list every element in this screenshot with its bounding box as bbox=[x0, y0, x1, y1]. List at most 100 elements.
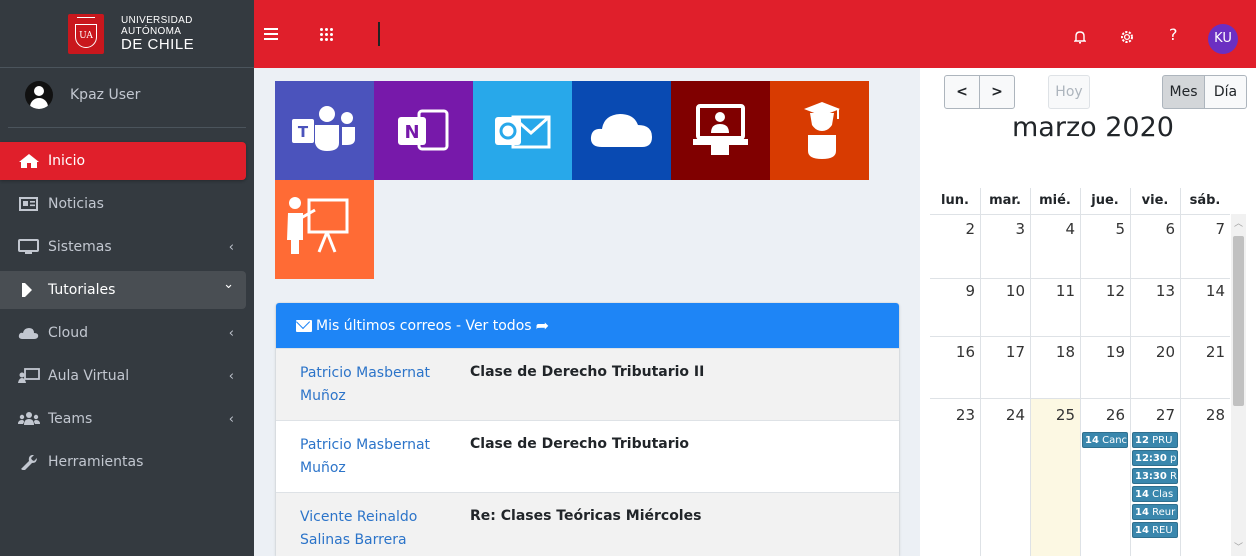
svg-text:T: T bbox=[298, 123, 309, 141]
day-number[interactable]: 6 bbox=[1135, 220, 1175, 238]
sidebar-item-inicio[interactable]: Inicio bbox=[0, 142, 246, 180]
weekday-header: sáb. bbox=[1189, 193, 1221, 208]
teams-icon: T bbox=[292, 106, 355, 151]
calendar-event[interactable]: 14 Canc bbox=[1082, 432, 1128, 448]
menu-toggle-icon[interactable] bbox=[264, 28, 278, 40]
chevron-left-icon: ‹ bbox=[228, 369, 234, 384]
newspaper-icon bbox=[19, 197, 38, 211]
brand-name: UNIVERSIDAD AUTÓNOMA DE CHILE bbox=[121, 15, 194, 52]
day-number[interactable]: 23 bbox=[935, 406, 975, 424]
day-number[interactable]: 9 bbox=[935, 282, 975, 300]
graduate-tile[interactable] bbox=[770, 81, 869, 180]
day-number[interactable]: 20 bbox=[1135, 343, 1175, 361]
scroll-down-icon[interactable]: ﹀ bbox=[1234, 540, 1243, 553]
virtual-class-tile[interactable] bbox=[671, 81, 770, 180]
calendar-event[interactable]: 14 REU bbox=[1132, 522, 1178, 538]
apps-grid-icon[interactable] bbox=[320, 28, 334, 42]
email-subject[interactable]: Clase de Derecho Tributario bbox=[470, 436, 689, 452]
email-row[interactable]: Patricio Masbernat Muñoz Clase de Derech… bbox=[276, 420, 899, 492]
calendar-title: marzo 2020 bbox=[1012, 112, 1174, 143]
scroll-up-icon[interactable]: ︿ bbox=[1234, 216, 1243, 229]
outlook-tile[interactable] bbox=[473, 81, 572, 180]
calendar-scrollbar[interactable]: ︿ ﹀ bbox=[1231, 214, 1246, 556]
email-subject[interactable]: Clase de Derecho Tributario II bbox=[470, 364, 704, 380]
user-name: Kpaz User bbox=[70, 87, 141, 103]
day-number[interactable]: 5 bbox=[1085, 220, 1125, 238]
day-number[interactable]: 7 bbox=[1185, 220, 1225, 238]
graduate-icon bbox=[804, 102, 840, 159]
day-number[interactable]: 4 bbox=[1035, 220, 1075, 238]
calendar-event[interactable]: 13:30 R bbox=[1132, 468, 1178, 484]
sidebar-item-label: Cloud bbox=[48, 325, 88, 341]
calendar-event[interactable]: 14 Clas bbox=[1132, 486, 1178, 502]
calendar-month-view-button[interactable]: Mes bbox=[1162, 75, 1205, 109]
onedrive-tile[interactable] bbox=[572, 81, 671, 180]
day-number[interactable]: 18 bbox=[1035, 343, 1075, 361]
email-row[interactable]: Patricio Masbernat Muñoz Clase de Derech… bbox=[276, 348, 899, 420]
day-number[interactable]: 21 bbox=[1185, 343, 1225, 361]
day-number[interactable]: 11 bbox=[1035, 282, 1075, 300]
chevron-down-icon: ⌄ bbox=[223, 277, 234, 292]
email-row[interactable]: Vicente Reinaldo Salinas Barrera Re: Cla… bbox=[276, 492, 899, 556]
gear-icon[interactable] bbox=[1119, 29, 1135, 45]
day-number[interactable]: 24 bbox=[985, 406, 1025, 424]
sidebar-item-label: Herramientas bbox=[48, 454, 144, 470]
email-sender[interactable]: Patricio Masbernat Muñoz bbox=[300, 362, 440, 408]
calendar-event[interactable]: 12:30 p bbox=[1132, 450, 1178, 466]
sidebar: UA UNIVERSIDAD AUTÓNOMA DE CHILE Kpaz Us… bbox=[0, 0, 254, 556]
wrench-icon bbox=[21, 455, 37, 470]
user-initials-avatar[interactable]: KU bbox=[1208, 24, 1238, 54]
calendar-event[interactable]: 14 Reur bbox=[1132, 504, 1178, 520]
sidebar-item-noticias[interactable]: Noticias bbox=[0, 185, 246, 223]
scrollbar-thumb[interactable] bbox=[1233, 236, 1244, 406]
weekday-header: vie. bbox=[1141, 193, 1169, 208]
day-number[interactable]: 2 bbox=[935, 220, 975, 238]
sidebar-item-cloud[interactable]: Cloud ‹ bbox=[0, 314, 246, 352]
day-number[interactable]: 25 bbox=[1035, 406, 1075, 424]
weekday-header: lun. bbox=[941, 193, 969, 208]
topbar-divider bbox=[378, 22, 380, 46]
help-icon[interactable]: ? bbox=[1169, 25, 1178, 44]
chevron-left-icon: ‹ bbox=[228, 326, 234, 341]
day-number[interactable]: 3 bbox=[985, 220, 1025, 238]
cloud-icon bbox=[18, 328, 39, 339]
day-number[interactable]: 27 bbox=[1135, 406, 1175, 424]
sidebar-item-herramientas[interactable]: Herramientas bbox=[0, 443, 246, 481]
sidebar-item-teams[interactable]: Teams ‹ bbox=[0, 400, 246, 438]
brand[interactable]: UA UNIVERSIDAD AUTÓNOMA DE CHILE bbox=[0, 0, 254, 68]
recent-emails-header[interactable]: Mis últimos correos - Ver todos ➦ bbox=[276, 303, 899, 348]
calendar-next-button[interactable]: > bbox=[979, 75, 1015, 109]
bell-icon[interactable] bbox=[1074, 30, 1086, 44]
day-number[interactable]: 12 bbox=[1085, 282, 1125, 300]
day-number[interactable]: 13 bbox=[1135, 282, 1175, 300]
teams-tile[interactable]: T bbox=[275, 81, 374, 180]
sidebar-item-label: Teams bbox=[48, 411, 93, 427]
day-number[interactable]: 14 bbox=[1185, 282, 1225, 300]
email-subject[interactable]: Re: Clases Teóricas Miércoles bbox=[470, 508, 701, 524]
onedrive-cloud-icon bbox=[590, 114, 652, 147]
day-number[interactable]: 19 bbox=[1085, 343, 1125, 361]
presentation-tile[interactable] bbox=[275, 180, 374, 279]
email-sender[interactable]: Patricio Masbernat Muñoz bbox=[300, 434, 440, 480]
sidebar-item-sistemas[interactable]: Sistemas ‹ bbox=[0, 228, 246, 266]
brand-line-1: UNIVERSIDAD bbox=[121, 15, 193, 26]
calendar-event[interactable]: 12 PRU bbox=[1132, 432, 1178, 448]
day-number[interactable]: 16 bbox=[935, 343, 975, 361]
chevron-left-icon: ‹ bbox=[228, 240, 234, 255]
calendar-day-view-button[interactable]: Día bbox=[1204, 75, 1247, 109]
email-sender[interactable]: Vicente Reinaldo Salinas Barrera bbox=[300, 506, 440, 552]
calendar-today-button[interactable]: Hoy bbox=[1048, 75, 1090, 109]
user-panel[interactable]: Kpaz User bbox=[8, 68, 246, 128]
day-number[interactable]: 17 bbox=[985, 343, 1025, 361]
onenote-icon: N bbox=[398, 109, 449, 151]
onenote-tile[interactable]: N bbox=[374, 81, 473, 180]
calendar-prev-button[interactable]: < bbox=[944, 75, 980, 109]
day-number[interactable]: 28 bbox=[1185, 406, 1225, 424]
sidebar-item-aula-virtual[interactable]: Aula Virtual ‹ bbox=[0, 357, 246, 395]
calendar: < > Hoy Mes Día marzo 2020 lun. mar. mié… bbox=[920, 68, 1256, 556]
day-number[interactable]: 10 bbox=[985, 282, 1025, 300]
sidebar-item-tutoriales[interactable]: Tutoriales ⌄ bbox=[0, 271, 246, 309]
day-number[interactable]: 26 bbox=[1085, 406, 1125, 424]
sidebar-item-label: Aula Virtual bbox=[48, 368, 130, 384]
sidebar-item-label: Tutoriales bbox=[48, 282, 116, 298]
